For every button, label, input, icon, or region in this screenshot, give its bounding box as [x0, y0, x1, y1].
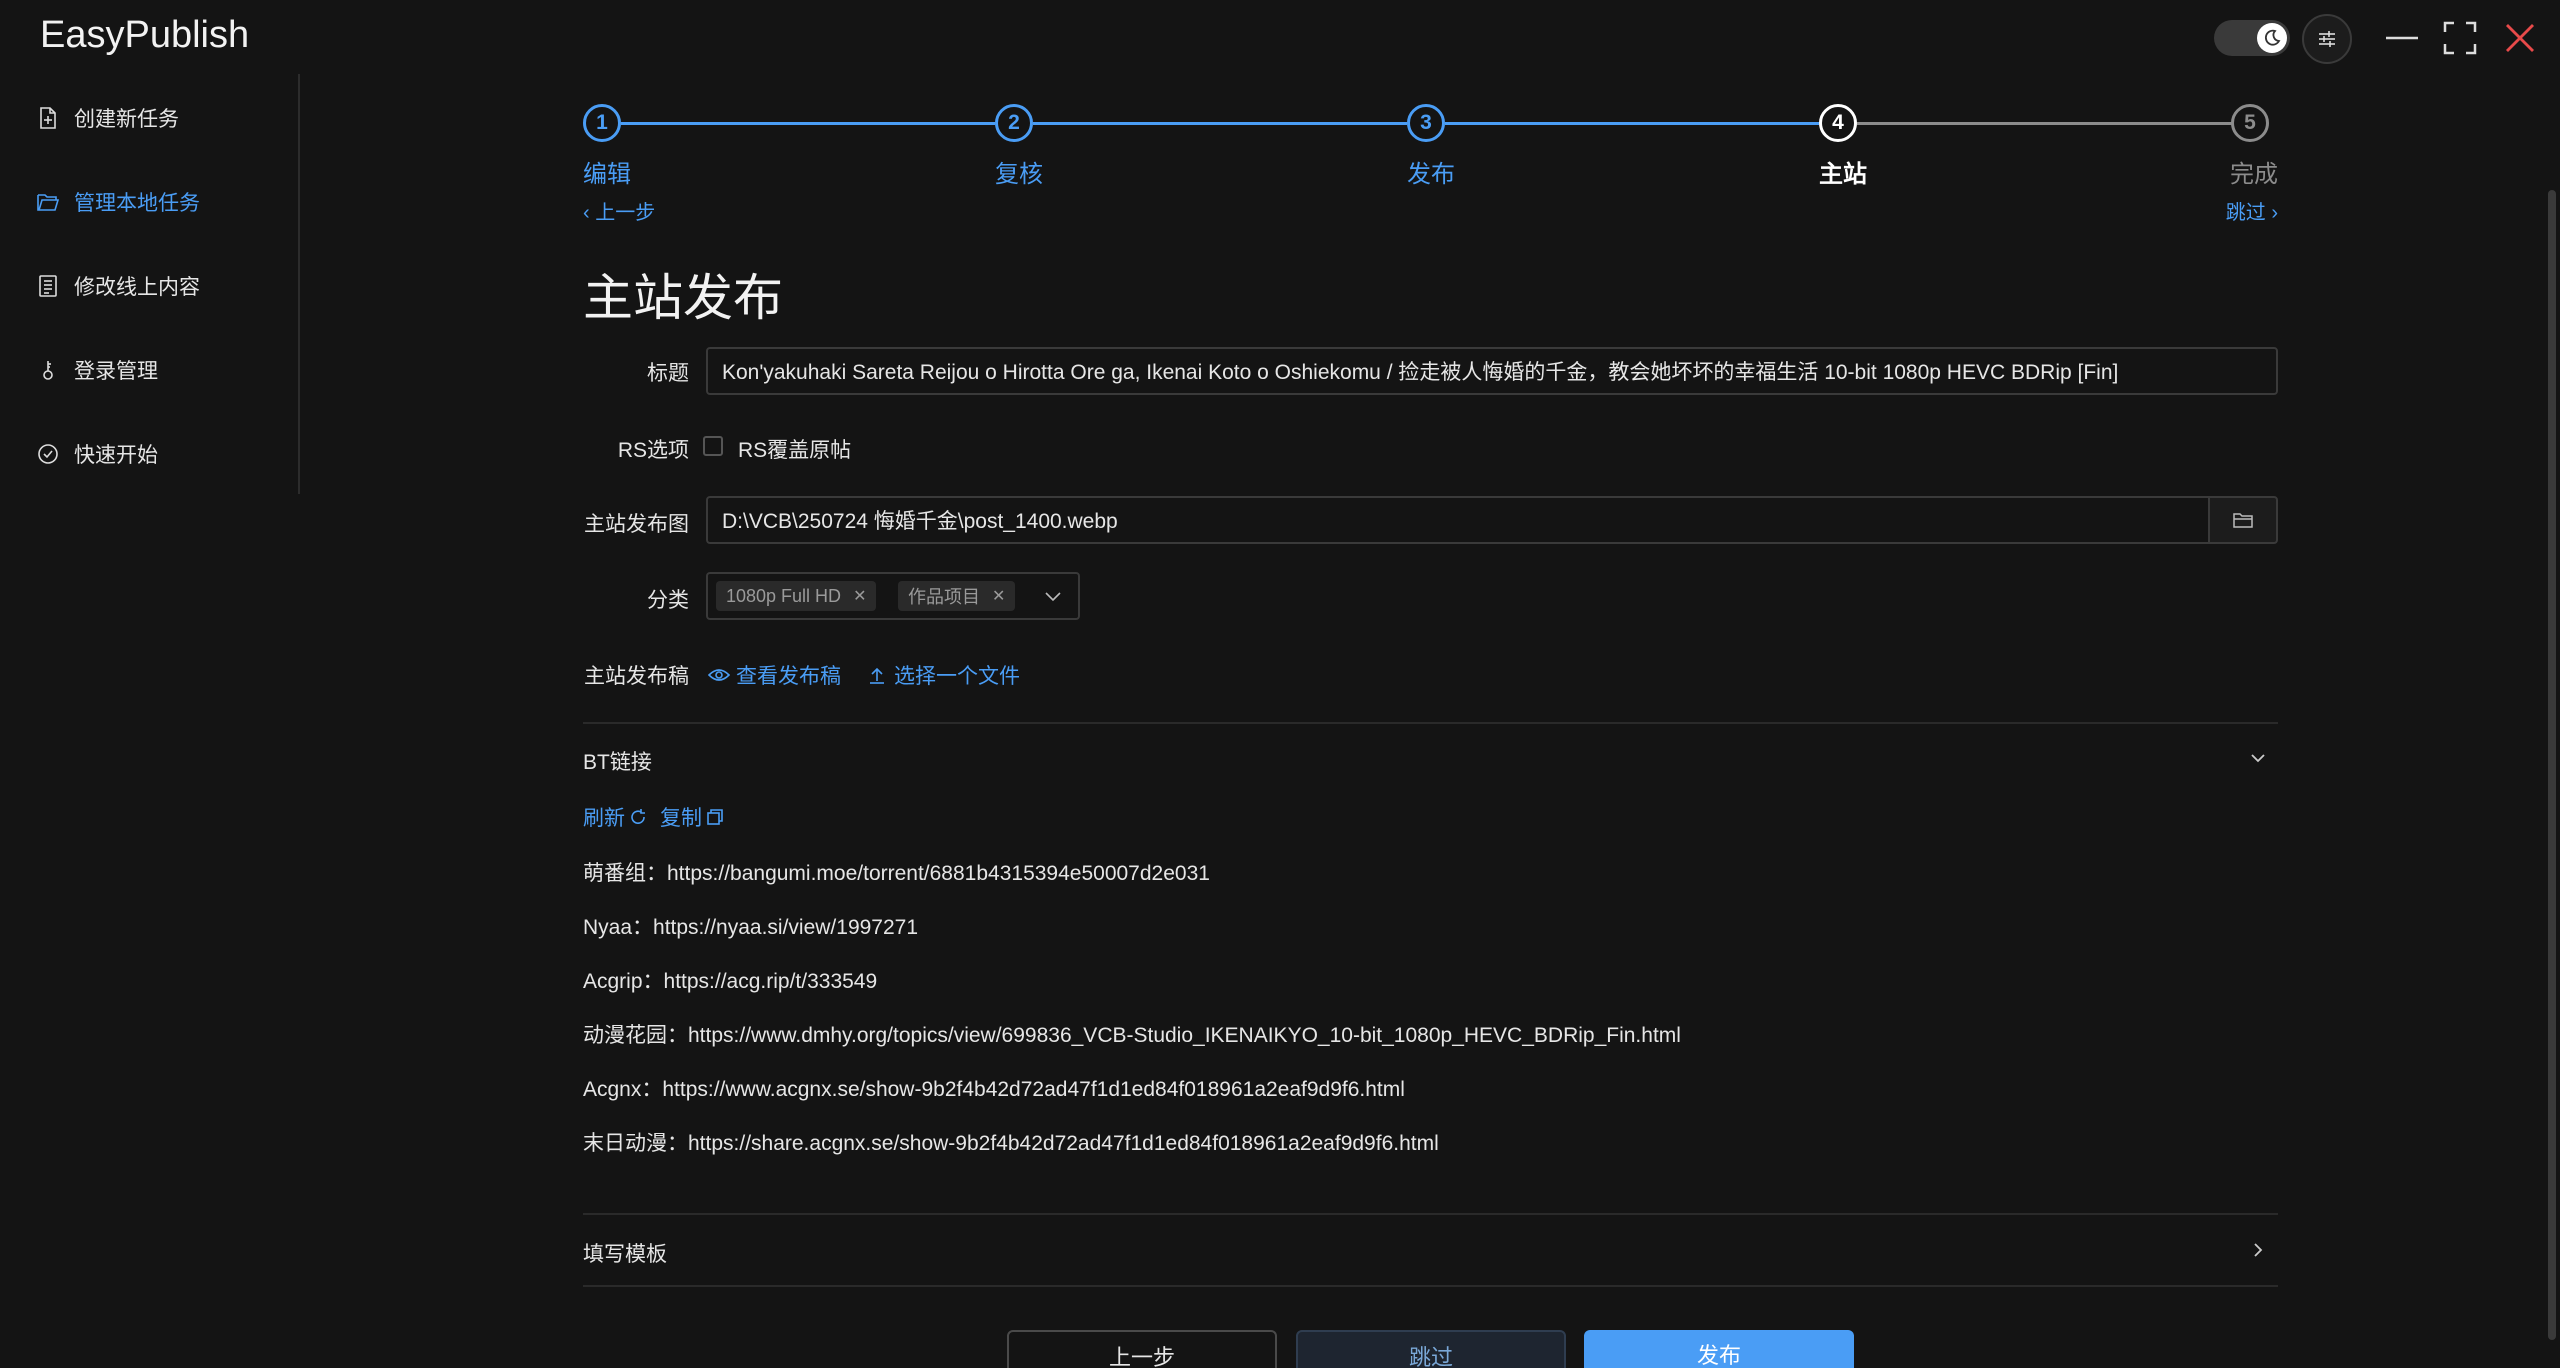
chevron-down-icon[interactable]	[2248, 748, 2268, 768]
upload-icon	[870, 667, 884, 684]
chevron-left-icon: ‹	[583, 202, 590, 224]
bt-link-acgrip: Acgrip：https://acg.rip/t/333549	[583, 970, 878, 993]
sidebar-item-label: 管理本地任务	[74, 192, 200, 215]
step-3-label: 发布	[1407, 161, 1455, 188]
view-draft-label: 查看发布稿	[736, 665, 841, 688]
chevron-right-icon[interactable]	[2248, 1240, 2268, 1260]
sidebar: 创建新任务 管理本地任务 修改线上内容 登录管理 快速开始	[0, 74, 300, 494]
remove-tag-icon[interactable]: ✕	[853, 586, 866, 606]
bt-link-nyaa: Nyaa：https://nyaa.si/view/1997271	[583, 916, 919, 939]
browse-folder-button[interactable]	[2208, 496, 2278, 544]
settings-button[interactable]	[2302, 14, 2352, 64]
sidebar-item-manage-local[interactable]: 管理本地任务	[36, 180, 200, 224]
step-connector	[1033, 122, 1407, 125]
maximize-button[interactable]	[2436, 14, 2484, 62]
title-label: 标题	[647, 362, 689, 385]
bt-link-bangumi: 萌番组：https://bangumi.moe/torrent/6881b431…	[583, 862, 1210, 885]
rs-overwrite-checkbox[interactable]	[703, 436, 723, 456]
divider	[583, 722, 2278, 724]
step-5-label: 完成	[2230, 161, 2278, 188]
skip-step-link[interactable]: 跳过 ›	[2226, 196, 2278, 225]
step-4-circle: 4	[1819, 104, 1857, 142]
minimize-button[interactable]	[2378, 14, 2426, 62]
category-tag-label: 1080p Full HD	[726, 585, 842, 606]
bt-section-header[interactable]: BT链接	[583, 746, 652, 776]
divider	[583, 1213, 2278, 1215]
folder-open-icon	[37, 194, 60, 211]
step-3-circle: 3	[1407, 104, 1445, 142]
image-label: 主站发布图	[584, 513, 689, 536]
close-icon	[2506, 24, 2534, 52]
copy-link[interactable]: 复制	[660, 802, 724, 832]
category-tag-label: 作品项目	[908, 587, 980, 607]
bt-link-acgnx: Acgnx：https://www.acgnx.se/show-9b2f4b42…	[583, 1078, 1405, 1101]
moon-icon	[2257, 23, 2287, 53]
remove-tag-icon[interactable]: ✕	[992, 586, 1005, 606]
sidebar-item-quick-start[interactable]: 快速开始	[36, 432, 158, 476]
step-connector	[621, 122, 995, 125]
minimize-icon	[2386, 36, 2418, 40]
document-list-icon	[39, 275, 57, 297]
rs-overwrite-label[interactable]: RS覆盖原帖	[738, 434, 851, 464]
prev-step-link[interactable]: ‹ 上一步	[583, 196, 655, 225]
choose-file-label: 选择一个文件	[894, 665, 1020, 688]
copy-label: 复制	[660, 807, 702, 830]
sidebar-item-edit-online[interactable]: 修改线上内容	[36, 264, 200, 308]
draft-label: 主站发布稿	[584, 665, 689, 688]
category-select[interactable]: 1080p Full HD ✕ 作品项目 ✕	[706, 572, 1080, 620]
step-2-circle: 2	[995, 104, 1033, 142]
sidebar-item-login[interactable]: 登录管理	[36, 348, 158, 392]
scrollbar[interactable]	[2548, 190, 2556, 1340]
page-title: 主站发布	[583, 270, 783, 326]
category-label: 分类	[647, 589, 689, 612]
rs-label: RS选项	[617, 439, 689, 462]
skip-button[interactable]: 跳过	[1296, 1330, 1566, 1368]
refresh-label: 刷新	[583, 807, 625, 830]
refresh-link[interactable]: 刷新	[583, 802, 647, 832]
sidebar-item-label: 登录管理	[74, 360, 158, 383]
close-button[interactable]	[2496, 14, 2544, 62]
image-path-input[interactable]: D:\VCB\250724 悔婚千金\post_1400.webp	[706, 496, 2210, 544]
folder-icon	[2233, 513, 2253, 528]
app-title: EasyPublish	[40, 14, 250, 56]
eye-icon	[708, 669, 730, 681]
step-connector	[1445, 122, 1819, 125]
bt-link-share-acgnx: 末日动漫：https://share.acgnx.se/show-9b2f4b4…	[583, 1132, 1439, 1155]
refresh-icon	[631, 809, 645, 824]
steps: 1 2 3 4 5 编辑 复核 发布 主站 完成 ‹ 上一步 跳过 ›	[583, 104, 2278, 224]
publish-button[interactable]: 发布	[1584, 1330, 1854, 1368]
view-draft-link[interactable]: 查看发布稿	[708, 660, 841, 690]
step-connector	[1857, 122, 2241, 125]
template-section-header[interactable]: 填写模板	[583, 1238, 667, 1268]
sidebar-item-label: 创建新任务	[74, 108, 179, 131]
check-circle-icon	[38, 444, 58, 464]
copy-icon	[707, 809, 723, 825]
prev-button[interactable]: 上一步	[1007, 1330, 1277, 1368]
divider	[583, 1285, 2278, 1287]
prev-step-label: 上一步	[595, 202, 656, 224]
step-4-label: 主站	[1819, 161, 1867, 188]
sidebar-item-label: 修改线上内容	[74, 276, 200, 299]
chevron-right-icon: ›	[2271, 202, 2278, 224]
step-5-circle: 5	[2231, 104, 2269, 142]
category-tag: 作品项目 ✕	[898, 581, 1016, 611]
bt-link-dmhy: 动漫花园：https://www.dmhy.org/topics/view/69…	[583, 1024, 1681, 1047]
step-2-label: 复核	[995, 161, 1043, 188]
sliders-icon	[2319, 31, 2335, 47]
step-1-circle: 1	[583, 104, 621, 142]
category-tag: 1080p Full HD ✕	[716, 581, 877, 611]
maximize-icon	[2443, 21, 2477, 55]
sidebar-item-label: 快速开始	[74, 444, 158, 467]
file-plus-icon	[40, 107, 56, 129]
sidebar-item-create-task[interactable]: 创建新任务	[36, 96, 179, 140]
key-icon	[43, 361, 53, 380]
step-1-label: 编辑	[583, 161, 631, 188]
skip-step-label: 跳过	[2225, 202, 2266, 224]
title-input[interactable]: Kon'yakuhaki Sareta Reijou o Hirotta Ore…	[706, 347, 2278, 395]
theme-toggle[interactable]	[2214, 20, 2290, 56]
chevron-down-icon	[1045, 592, 1061, 602]
choose-file-link[interactable]: 选择一个文件	[868, 660, 1020, 690]
